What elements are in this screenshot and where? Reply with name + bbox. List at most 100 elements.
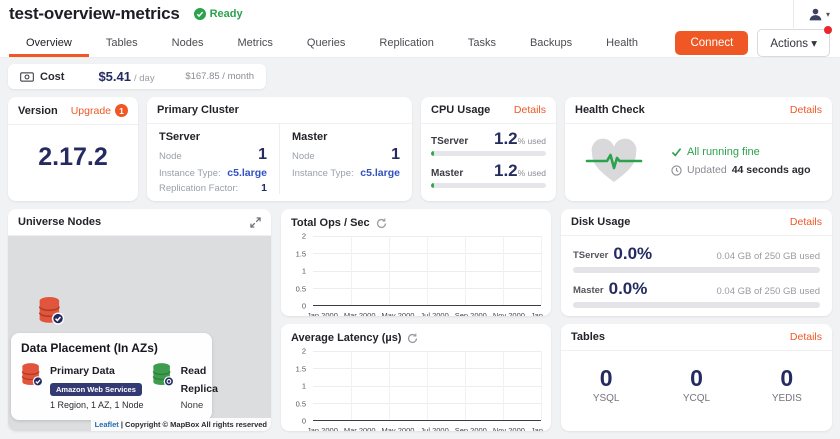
- nodes-map[interactable]: Data Placement (In AZs): [8, 236, 271, 431]
- tserver-title: TServer: [159, 131, 267, 143]
- table-count-item: 0 YEDIS: [742, 365, 832, 404]
- status-label: Ready: [210, 8, 243, 20]
- version-card: Version Upgrade 1 2.17.2: [8, 97, 138, 201]
- upgrade-count-badge: 1: [115, 104, 128, 117]
- y-tick-label: 2: [302, 347, 306, 356]
- tab-health[interactable]: Health: [589, 28, 655, 57]
- y-tick-label: 1: [302, 267, 306, 276]
- tables-counts: 0 YSQL 0 YCQL 0 YEDIS: [561, 351, 832, 404]
- cpu-master-label: Master: [431, 168, 463, 179]
- node-count: 1: [258, 146, 267, 164]
- connect-button[interactable]: Connect: [675, 31, 748, 55]
- x-axis-labels: Jan 2000Mar 2000May 2000Jul 2000Sep 2000…: [307, 426, 543, 431]
- dollar-icon: [20, 72, 34, 82]
- check-icon: [671, 147, 682, 157]
- disk-row-master: Master 0.0% 0.04 GB of 250 GB used: [573, 279, 820, 308]
- x-tick-label: May 2000: [382, 311, 415, 316]
- x-tick-label: Jan 2000: [307, 426, 338, 431]
- cpu-master-meter: [431, 183, 546, 188]
- table-count-label: YSQL: [561, 393, 651, 404]
- table-count-value: 0: [742, 365, 832, 392]
- primary-cluster-card: Primary Cluster TServer Node 1 Instance T…: [147, 97, 412, 201]
- cpu-row-tserver: TServer 1.2% used: [431, 129, 546, 156]
- table-count-item: 0 YCQL: [651, 365, 741, 404]
- cpu-usage-title: CPU Usage: [431, 104, 490, 116]
- user-menu[interactable]: ▾: [793, 0, 840, 28]
- primary-data-label: Primary Data: [50, 365, 115, 377]
- expand-icon[interactable]: [250, 217, 261, 228]
- cpu-usage-card: CPU Usage Details TServer 1.2% used Mast…: [421, 97, 556, 201]
- provider-badge: Amazon Web Services: [50, 383, 142, 396]
- cpu-tserver-value: 1.2% used: [494, 129, 546, 149]
- x-tick-label: Jan: [531, 426, 543, 431]
- x-tick-label: Mar 2000: [344, 311, 376, 316]
- x-tick-label: Nov 2000: [493, 311, 525, 316]
- disk-master-usage: 0.04 GB of 250 GB used: [716, 286, 820, 299]
- cost-per-day-suffix: / day: [134, 73, 155, 84]
- table-count-label: YCQL: [651, 393, 741, 404]
- disk-master-label: Master: [573, 285, 604, 299]
- x-tick-label: Jan 2000: [307, 311, 338, 316]
- node-marker-database-icon[interactable]: [38, 296, 64, 331]
- version-number: 2.17.2: [8, 125, 138, 172]
- x-tick-label: Sep 2000: [455, 426, 487, 431]
- tab-tasks[interactable]: Tasks: [451, 28, 513, 57]
- avg-latency-chart-title: Average Latency (µs): [291, 332, 401, 344]
- node-label: Node: [292, 151, 315, 162]
- instance-type-label: Instance Type:: [292, 168, 354, 179]
- x-tick-label: Mar 2000: [344, 426, 376, 431]
- health-check-card: Health Check Details All running fine: [565, 97, 832, 201]
- tab-replication[interactable]: Replication: [362, 28, 450, 57]
- universe-title: test-overview-metrics: [9, 4, 180, 24]
- tab-tables[interactable]: Tables: [89, 28, 155, 57]
- avg-latency-chart-card: Average Latency (µs) 21.510.50 Jan 2000M…: [281, 324, 551, 431]
- replication-factor-label: Replication Factor:: [159, 183, 238, 194]
- health-details-link[interactable]: Details: [790, 104, 822, 116]
- status-badge: Ready: [194, 8, 243, 20]
- cpu-row-master: Master 1.2% used: [431, 161, 546, 188]
- tables-details-link[interactable]: Details: [790, 331, 822, 343]
- map-copyright: | Copyright © MapBox All rights reserved: [121, 420, 267, 429]
- refresh-icon[interactable]: [407, 333, 418, 344]
- table-count-value: 0: [561, 365, 651, 392]
- tab-bar: Overview Tables Nodes Metrics Queries Re…: [0, 28, 840, 58]
- health-updated-prefix: Updated: [687, 164, 727, 176]
- leaflet-link[interactable]: Leaflet: [95, 420, 119, 429]
- tserver-column: TServer Node1 Instance Type:c5.large Rep…: [147, 124, 280, 194]
- data-placement-title: Data Placement (In AZs): [21, 341, 202, 355]
- disk-details-link[interactable]: Details: [790, 216, 822, 228]
- x-tick-label: Sep 2000: [455, 311, 487, 316]
- node-label: Node: [159, 151, 182, 162]
- cost-per-month: $167.85 / month: [185, 71, 254, 82]
- total-ops-chart-plot: 21.510.50 Jan 2000Mar 2000May 2000Jul 20…: [285, 232, 543, 316]
- tab-overview[interactable]: Overview: [9, 28, 89, 57]
- table-count-label: YEDIS: [742, 393, 832, 404]
- actions-button[interactable]: Actions ▾: [757, 29, 830, 57]
- y-tick-label: 0.5: [296, 284, 306, 293]
- primary-data-item: Primary Data Amazon Web Services 1 Regio…: [21, 361, 144, 411]
- disk-tserver-meter: [573, 267, 820, 273]
- tables-title: Tables: [571, 331, 605, 343]
- user-icon[interactable]: [808, 7, 823, 22]
- primary-cluster-title: Primary Cluster: [157, 104, 239, 116]
- universe-nodes-title: Universe Nodes: [18, 216, 101, 228]
- y-tick-label: 0.5: [296, 399, 306, 408]
- tab-backups[interactable]: Backups: [513, 28, 589, 57]
- refresh-icon[interactable]: [376, 218, 387, 229]
- cost-bar: Cost $5.41 / day $167.85 / month: [8, 64, 266, 89]
- disk-master-percent: 0.0%: [609, 279, 648, 299]
- y-tick-label: 0: [302, 417, 306, 426]
- upgrade-link[interactable]: Upgrade 1: [71, 104, 128, 117]
- caret-down-icon: ▾: [826, 10, 830, 19]
- table-count-item: 0 YSQL: [561, 365, 651, 404]
- health-check-title: Health Check: [575, 104, 645, 116]
- cpu-details-link[interactable]: Details: [514, 104, 546, 116]
- disk-tserver-label: TServer: [573, 250, 608, 264]
- tab-queries[interactable]: Queries: [290, 28, 363, 57]
- tab-nodes[interactable]: Nodes: [155, 28, 221, 57]
- version-card-title: Version: [18, 105, 58, 117]
- app-header: test-overview-metrics Ready ▾: [0, 0, 840, 28]
- y-axis-labels: 21.510.50: [285, 236, 309, 306]
- replica-database-icon: [152, 361, 174, 411]
- tab-metrics[interactable]: Metrics: [220, 28, 289, 57]
